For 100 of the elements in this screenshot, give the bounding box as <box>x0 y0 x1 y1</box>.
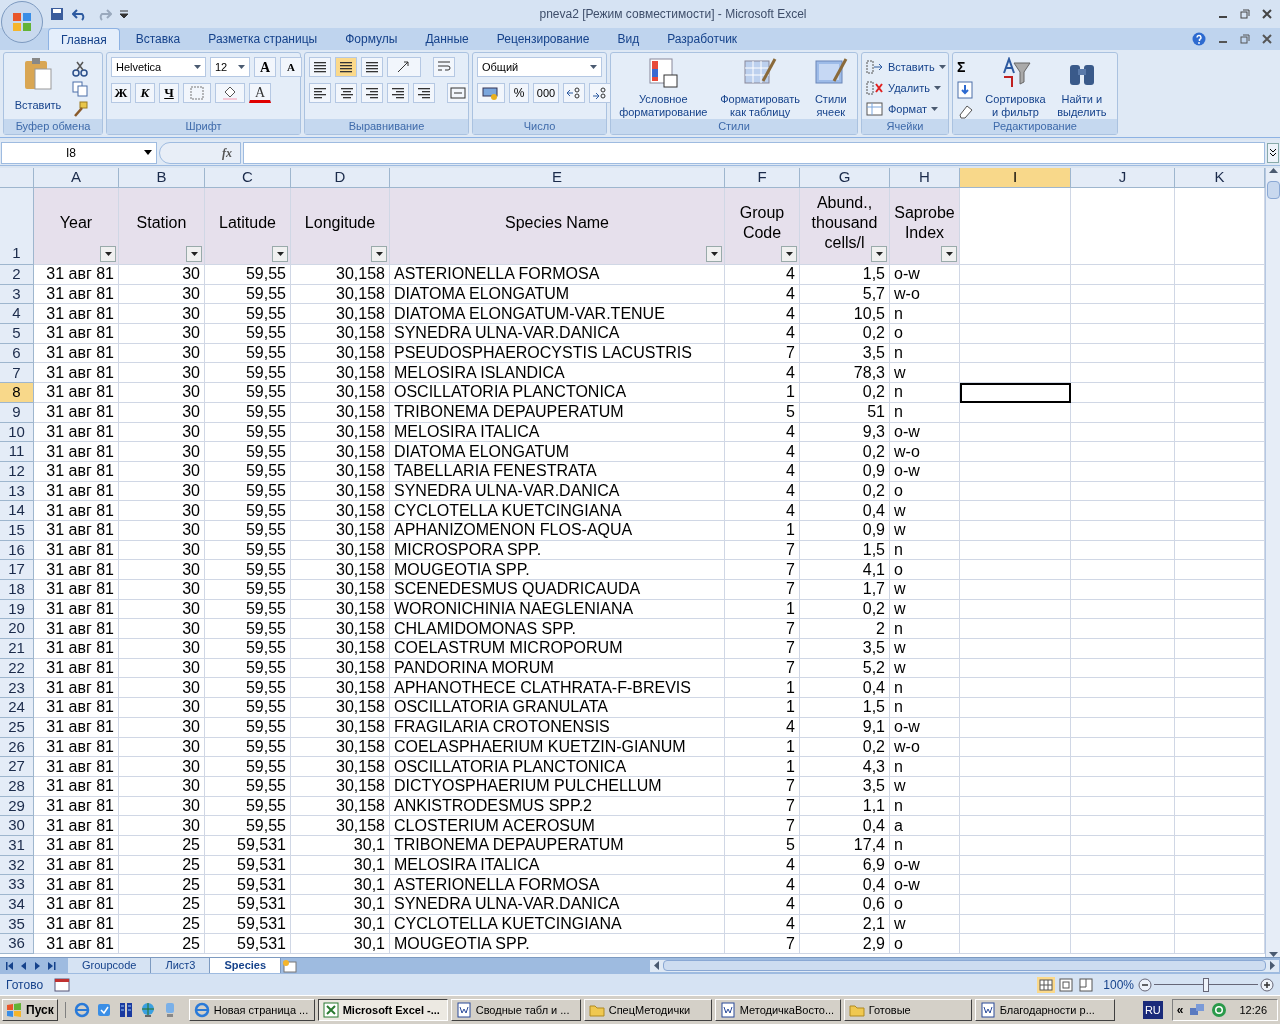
row-header[interactable]: 20 <box>0 619 34 640</box>
scrollbar-thumb[interactable] <box>663 960 1266 971</box>
page-layout-icon[interactable] <box>1057 976 1076 993</box>
filter-button[interactable] <box>371 246 387 262</box>
macro-record-icon[interactable] <box>54 977 70 992</box>
delete-button[interactable]: Удалить <box>866 78 946 98</box>
sheet-last-icon[interactable] <box>48 961 56 970</box>
cut-icon[interactable] <box>72 61 88 77</box>
row-header[interactable]: 36 <box>0 934 34 955</box>
close-icon[interactable] <box>1262 34 1272 44</box>
row-header[interactable]: 8 <box>0 383 34 403</box>
taskbar-button[interactable]: Сводные табл и ... <box>450 999 581 1021</box>
row-header[interactable]: 30 <box>0 816 34 836</box>
network-globe-icon[interactable] <box>139 1002 156 1018</box>
sheet-prev-icon[interactable] <box>20 961 28 970</box>
row-header[interactable]: 16 <box>0 540 34 561</box>
fill-down-icon[interactable] <box>957 81 975 99</box>
browser-icon[interactable] <box>73 1002 90 1018</box>
row-header[interactable]: 6 <box>0 343 34 364</box>
bold-button[interactable]: Ж <box>111 83 131 103</box>
page-break-icon[interactable] <box>1077 976 1096 993</box>
row-header[interactable]: 7 <box>0 363 34 384</box>
row-header[interactable]: 34 <box>0 895 34 915</box>
format-as-table-button[interactable]: Форматировать как таблицу <box>715 57 805 119</box>
conditional-formatting-button[interactable]: Условное форматирование <box>615 57 712 119</box>
filter-button[interactable] <box>100 246 116 262</box>
sheet-first-icon[interactable] <box>6 961 14 970</box>
column-header[interactable]: C <box>205 168 291 188</box>
taskbar-button[interactable]: Новая страница ... <box>188 999 315 1021</box>
cell-styles-button[interactable]: Стили ячеек <box>808 57 853 119</box>
restore-icon[interactable] <box>1240 34 1250 44</box>
row-header[interactable]: 32 <box>0 855 34 876</box>
row-header[interactable]: 21 <box>0 639 34 659</box>
filter-button[interactable] <box>941 246 957 262</box>
status-ring-icon[interactable] <box>1211 1002 1228 1018</box>
filter-button[interactable] <box>871 246 887 262</box>
row-header[interactable]: 1 <box>0 188 34 265</box>
row-header[interactable]: 3 <box>0 284 34 305</box>
autosum-button[interactable]: Σ <box>957 57 981 77</box>
zoom-slider[interactable] <box>1154 977 1258 992</box>
book-icon[interactable] <box>117 1002 134 1018</box>
normal-view-icon[interactable] <box>1037 976 1056 993</box>
scrollbar-thumb[interactable] <box>1266 181 1280 199</box>
row-header[interactable]: 2 <box>0 265 34 285</box>
number-format-field[interactable]: Общий <box>477 57 602 77</box>
decrease-decimal-button[interactable] <box>589 83 611 103</box>
paste-button[interactable]: Вставить <box>8 57 68 114</box>
row-header[interactable]: 19 <box>0 599 34 620</box>
find-select-button[interactable]: Найти и выделить <box>1050 57 1113 119</box>
increase-decimal-button[interactable] <box>563 83 585 103</box>
column-header[interactable]: J <box>1071 168 1175 188</box>
row-header[interactable]: 28 <box>0 776 34 797</box>
vertical-scrollbar[interactable] <box>1265 168 1280 957</box>
ribbon-tab[interactable]: Вставка <box>123 28 193 50</box>
wrap-text-button[interactable] <box>433 57 455 77</box>
format-painter-icon[interactable] <box>72 101 88 117</box>
shrink-font-button[interactable]: A <box>280 57 302 77</box>
row-header[interactable]: 35 <box>0 914 34 935</box>
language-indicator[interactable]: RU <box>1142 1001 1163 1019</box>
row-header[interactable]: 14 <box>0 501 34 521</box>
sheet-next-icon[interactable] <box>34 961 42 970</box>
underline-button[interactable]: Ч <box>159 83 179 103</box>
row-header[interactable]: 25 <box>0 717 34 738</box>
align-right-button[interactable] <box>361 83 383 103</box>
column-header[interactable]: H <box>890 168 960 188</box>
zoom-in-icon[interactable] <box>1260 977 1274 992</box>
filter-button[interactable] <box>272 246 288 262</box>
row-header[interactable]: 27 <box>0 757 34 777</box>
column-header[interactable]: A <box>34 168 119 188</box>
copy-icon[interactable] <box>72 81 88 97</box>
row-header[interactable]: 17 <box>0 560 34 580</box>
row-header[interactable]: 10 <box>0 422 34 443</box>
horizontal-scrollbar[interactable] <box>649 958 1280 973</box>
expand-formula-bar-icon[interactable] <box>1267 142 1279 163</box>
align-top-button[interactable] <box>309 57 331 77</box>
row-header[interactable]: 31 <box>0 835 34 856</box>
help-icon[interactable] <box>1192 32 1206 46</box>
align-bottom-button[interactable] <box>361 57 383 77</box>
start-button[interactable]: Пуск <box>2 999 58 1021</box>
row-header[interactable]: 11 <box>0 442 34 462</box>
insert-function-button[interactable]: fx <box>222 143 232 162</box>
thousands-button[interactable]: 000 <box>533 83 559 103</box>
format-button[interactable]: Формат <box>866 99 946 119</box>
italic-button[interactable]: К <box>135 83 155 103</box>
row-header[interactable]: 13 <box>0 481 34 502</box>
filter-button[interactable] <box>781 246 797 262</box>
increase-indent-button[interactable] <box>413 83 435 103</box>
column-header[interactable]: F <box>725 168 800 188</box>
row-header[interactable]: 4 <box>0 304 34 325</box>
ribbon-tab[interactable]: Вид <box>605 28 652 50</box>
row-header[interactable]: 9 <box>0 402 34 423</box>
sort-filter-button[interactable]: Сортировка и фильтр <box>984 57 1047 119</box>
column-header[interactable]: B <box>119 168 205 188</box>
row-header[interactable]: 12 <box>0 461 34 482</box>
ribbon-tab[interactable]: Формулы <box>333 28 410 50</box>
ribbon-tab[interactable]: Разметка страницы <box>196 28 330 50</box>
merge-center-button[interactable] <box>447 83 469 103</box>
network-icon[interactable] <box>1189 1002 1206 1018</box>
slider-thumb[interactable] <box>1203 977 1209 992</box>
sheet-tab[interactable]: Groupcode <box>68 957 152 974</box>
